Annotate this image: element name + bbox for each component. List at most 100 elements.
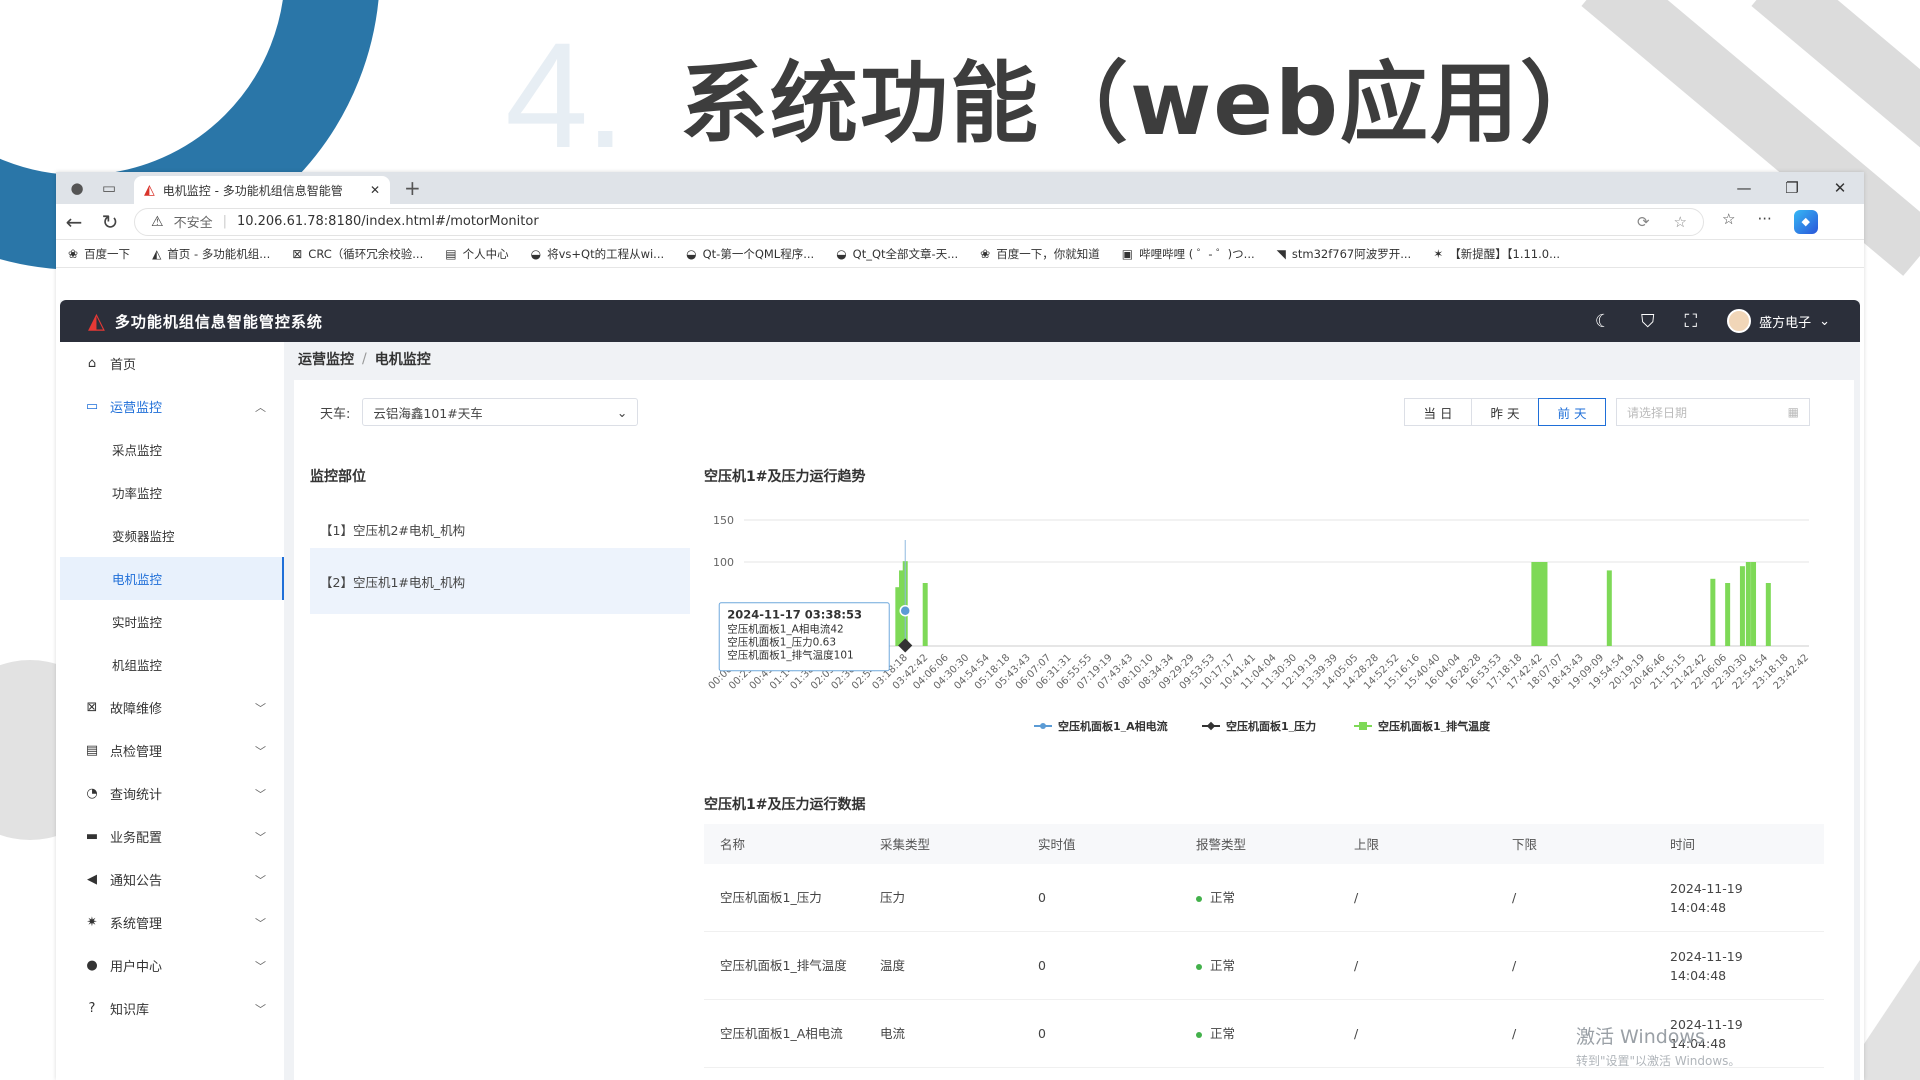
temperature-bar [1739,566,1745,646]
sidebar-item-label: 业务配置 [110,831,163,846]
sidebar-item-label: 系统管理 [110,917,163,932]
current-point [899,604,911,617]
table-row: 空压机面板1_压力 压力 0 正常 / / 2024-11-19 14:04:48 [704,864,1824,932]
restore-icon[interactable]: ❐ [1768,172,1816,204]
cell-value: 0 [1038,890,1046,905]
bookmark-item[interactable]: ◒ Qt_Qt全部文章-天... [836,246,958,262]
insecure-label: 不安全 [173,216,213,231]
legend-label: 空压机面板1_压力 [1226,719,1316,732]
profile-icon[interactable]: ● [66,177,88,199]
windows-watermark-sub: 转到"设置"以激活 Windows。 [1576,1054,1741,1068]
bookmark-label: 哔哩哔哩 ( ゜- ゜)つ... [1139,246,1255,261]
slide: 4. 系统功能（web应用） ● ▭ ◭ 电机监控 - 多功能机组信息智能管 ✕… [0,0,1920,1080]
tooltip-line: 空压机面板1_压力0.63 [727,636,836,649]
bookmark-item[interactable]: ◭ 首页 - 多功能机组... [152,246,270,262]
new-tab-icon[interactable]: + [404,176,421,200]
alarm-text: 正常 [1210,1026,1236,1041]
bookmark-item[interactable]: ▣ 哔哩哔哩 ( ゜- ゜)つ... [1122,246,1255,262]
bookmark-item[interactable]: ✶ 【新提醒】【1.11.0... [1433,246,1560,262]
bookmark-item[interactable]: ❀ 百度一下 [68,246,130,262]
speaker-icon: ◀ [87,872,97,887]
refresh-icon[interactable]: ↻ [92,210,128,234]
sidebar-subitem[interactable]: 实时监控 [60,600,284,643]
data-section-title: 空压机1#及压力运行数据 [704,797,866,813]
question-icon: ? [88,1001,96,1016]
legend-label: 空压机面板1_排气温度 [1378,719,1491,732]
sidebar-item-label: 知识库 [110,1003,150,1018]
sidebar-subitem[interactable]: 采点监控 [60,428,284,471]
sidebar-subitem[interactable]: 电机监控 [60,557,284,600]
sidebar-item-fault[interactable]: ⊠ 故障维修 ﹀ [60,686,284,729]
url-field[interactable]: ⚠ 不安全 | 10.206.61.78:8180/index.html#/mo… [134,207,1704,236]
bookmark-item[interactable]: ◒ Qt-第一个QML程序... [686,246,814,262]
chevron-down-icon: ﹀ [255,701,266,715]
user-menu[interactable]: 盛方电子 ⌄ [1727,309,1830,333]
calendar-icon: ▦ [1787,405,1799,419]
table-row: 空压机面板1_排气温度 温度 0 正常 / / 2024-11-19 14:04:48 [704,932,1824,1000]
more-icon[interactable]: ··· [1757,210,1771,234]
browser-tab[interactable]: ◭ 电机监控 - 多功能机组信息智能管 ✕ [134,176,390,204]
window-controls: — ❐ ✕ [1720,172,1864,204]
breadcrumb-item[interactable]: 运营监控 [298,349,354,369]
chevron-down-icon: ﹀ [255,1002,266,1016]
sidebar-subitem[interactable]: 功率监控 [60,471,284,514]
crane-select[interactable]: 云铝海鑫101#天车 ⌄ [362,398,639,426]
copilot-icon[interactable]: ◆ [1793,209,1818,234]
chevron-down-icon: ⌄ [1819,313,1830,329]
minimize-icon[interactable]: — [1720,172,1768,204]
sidebar-item-ops[interactable]: ▭ 运营监控 ︿ [60,385,284,428]
date-button[interactable]: 当 日 [1404,398,1472,426]
bilibili-icon: ▣ [1121,246,1134,261]
sidebar-item-sys[interactable]: ✷ 系统管理 ﹀ [60,901,284,944]
cell-type: 电流 [880,1026,906,1041]
date-button[interactable]: 昨 天 [1471,398,1539,426]
news-icon: ✶ [1433,246,1444,261]
bookmark-label: Qt-第一个QML程序... [702,246,815,261]
favorites-icon[interactable]: ☆ [1722,210,1735,234]
sidebar-item-notice[interactable]: ◀ 通知公告 ﹀ [60,858,284,901]
theme-toggle-icon[interactable]: ☾ [1595,311,1611,332]
date-button[interactable]: 前 天 [1538,398,1606,426]
url-text: 10.206.61.78:8180/index.html#/motorMonit… [236,214,539,229]
address-bar: ← ↻ ⚠ 不安全 | 10.206.61.78:8180/index.html… [56,204,1864,240]
cell-alarm: 正常 [1180,956,1338,975]
bookmark-item[interactable]: ❀ 百度一下，你就知道 [980,246,1100,262]
cell-type: 温度 [880,958,906,973]
content-panel: 天车: 云铝海鑫101#天车 ⌄ 当 日昨 天前 天请选择日期 ▦ 监控部位 【1… [294,380,1854,1080]
bookmark-item[interactable]: ◥ stm32f767阿波罗开... [1277,246,1412,262]
close-window-icon[interactable]: ✕ [1816,172,1864,204]
user-icon: ● [86,958,98,973]
sidebar-item-inspect[interactable]: ▤ 点检管理 ﹀ [60,729,284,772]
sidebar-item-home[interactable]: ⌂ 首页 [60,342,284,385]
temperature-bar [1531,562,1537,646]
browser-window: ● ▭ ◭ 电机监控 - 多功能机组信息智能管 ✕ + — ❐ ✕ ← ↻ ⚠ … [56,172,1864,1080]
monitor-item[interactable]: 【2】空压机1#电机_机构 [310,548,690,614]
chevron-down-icon: ﹀ [255,959,266,973]
sidebar-item-user[interactable]: ● 用户中心 ﹀ [60,944,284,987]
sidebar-subitem[interactable]: 变频器监控 [60,514,284,557]
crane-label: 天车: [320,406,351,422]
bookmark-item[interactable]: ▤ 个人中心 [445,246,508,262]
fullscreen-icon[interactable]: ⛶ [1684,311,1697,332]
legend-marker [1206,721,1216,731]
date-picker[interactable]: 请选择日期 ▦ [1616,398,1810,426]
favorite-icon[interactable]: ☆ [1674,213,1687,231]
temperature-bar [1725,583,1731,646]
translate-icon[interactable]: ⟳ [1637,213,1650,231]
bookmark-item[interactable]: ⊠ CRC（循环冗余校验... [292,246,423,262]
chevron-down-icon: ﹀ [255,787,266,801]
close-tab-icon[interactable]: ✕ [370,183,380,197]
bookmark-item[interactable]: ◒ 将vs+Qt的工程从wi... [531,246,665,262]
legend-marker [1040,723,1046,729]
skin-icon[interactable]: ⛉ [1641,311,1655,332]
sidebar-subitem[interactable]: 机组监控 [60,643,284,686]
tab-actions-icon[interactable]: ▭ [98,177,120,199]
sidebar-item-stats[interactable]: ◔ 查询统计 ﹀ [60,772,284,815]
tab-title: 电机监控 - 多功能机组信息智能管 [162,183,343,198]
sidebar-item-kb[interactable]: ? 知识库 ﹀ [60,987,284,1030]
status-dot-icon [1196,1031,1202,1038]
cell-clock: 14:04:48 [1670,899,1727,915]
cell-date: 2024-11-19 [1670,880,1743,896]
back-icon[interactable]: ← [56,210,92,234]
sidebar-item-biz[interactable]: ▬ 业务配置 ﹀ [60,815,284,858]
